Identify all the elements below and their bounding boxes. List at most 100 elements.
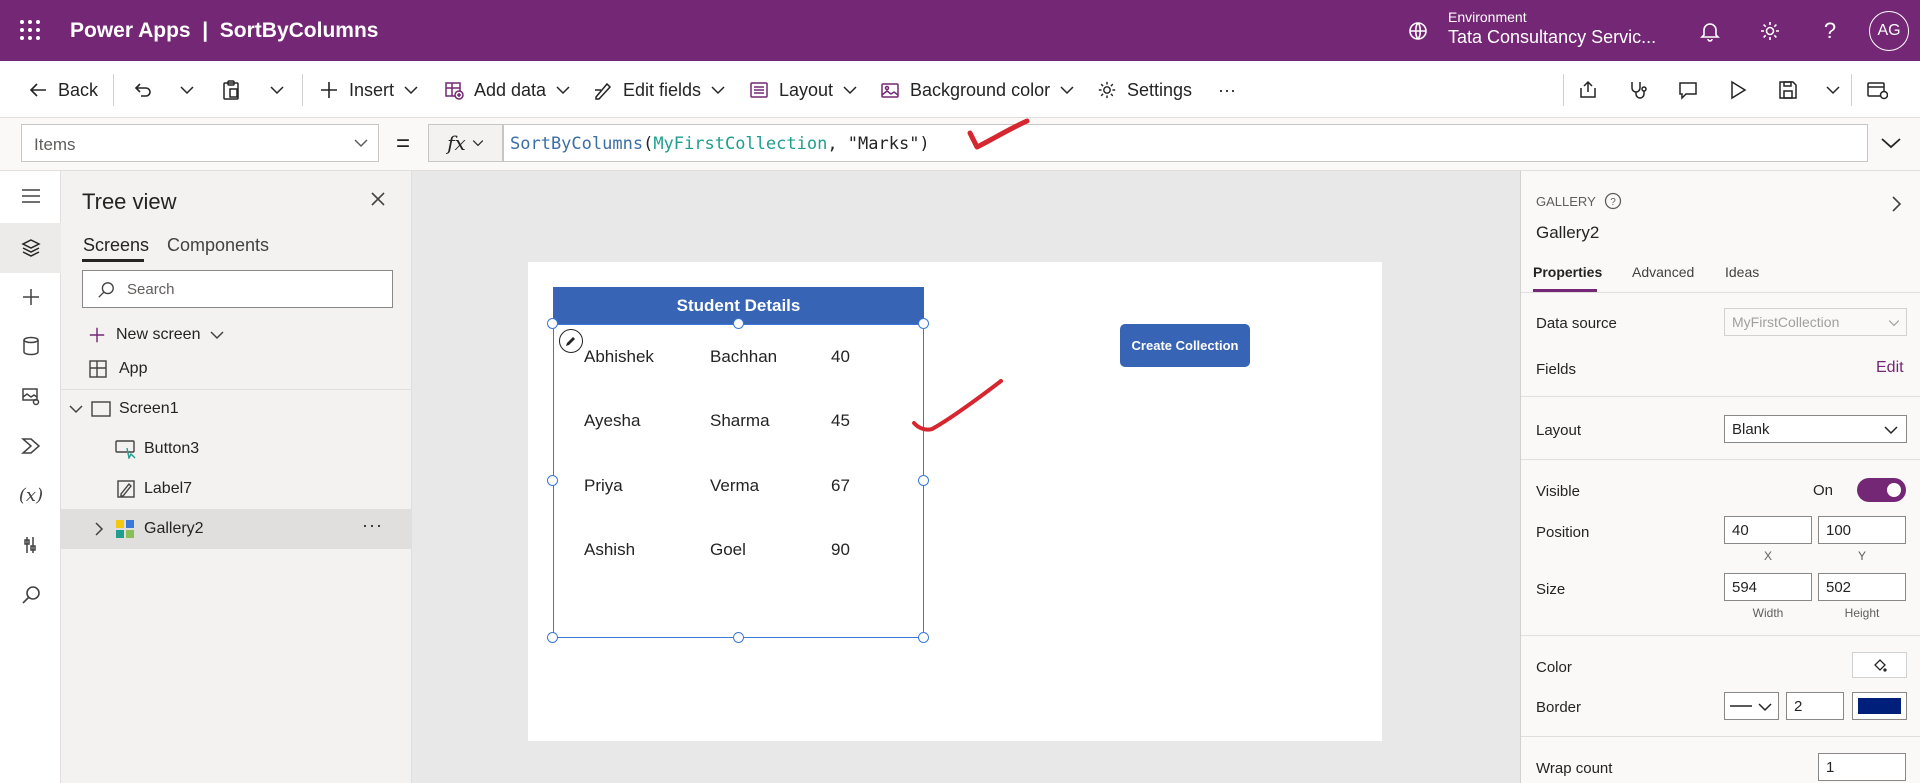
divider: [1521, 396, 1920, 397]
undo-dropdown[interactable]: [180, 76, 194, 104]
tab-components[interactable]: Components: [167, 235, 269, 256]
layout-button[interactable]: Layout: [749, 76, 857, 104]
database-icon[interactable]: [18, 333, 44, 359]
publish-button[interactable]: [1866, 76, 1888, 104]
tree-view-title: Tree view: [82, 189, 177, 214]
stethoscope-icon: [1631, 82, 1647, 99]
svg-text:?: ?: [1610, 197, 1616, 208]
chevron-right-icon[interactable]: [1891, 195, 1903, 213]
fx-button[interactable]: fx: [428, 124, 503, 162]
tree-item-screen1[interactable]: Screen1: [61, 389, 412, 429]
search-icon[interactable]: [18, 582, 44, 608]
insert-plus-icon[interactable]: [18, 284, 44, 310]
variables-icon[interactable]: (x): [18, 482, 44, 508]
resize-handle[interactable]: [547, 475, 558, 486]
width-input[interactable]: 594: [1724, 573, 1812, 601]
border-width-input[interactable]: 2: [1786, 692, 1844, 720]
app-checker-button[interactable]: [1628, 76, 1648, 104]
tab-ideas[interactable]: Ideas: [1725, 264, 1759, 280]
resize-handle[interactable]: [918, 318, 929, 329]
tab-advanced[interactable]: Advanced: [1632, 264, 1694, 280]
arrow-left-icon: [29, 83, 46, 97]
tab-screens[interactable]: Screens: [83, 235, 149, 256]
tree-item-label7[interactable]: Label7: [61, 469, 412, 509]
border-style-dropdown[interactable]: [1724, 692, 1779, 720]
preview-button[interactable]: [1729, 76, 1747, 104]
app-title: Power Apps | SortByColumns: [70, 19, 379, 42]
chevron-right-icon[interactable]: [94, 522, 104, 536]
paste-dropdown[interactable]: [270, 76, 284, 104]
hamburger-icon[interactable]: [18, 183, 44, 209]
environment-icon[interactable]: [1406, 19, 1430, 43]
fields-edit-link[interactable]: Edit: [1876, 359, 1904, 377]
back-button[interactable]: Back: [28, 76, 98, 104]
gear-icon[interactable]: [1757, 18, 1783, 44]
wrap-count-input[interactable]: 1: [1818, 753, 1906, 781]
position-y-input[interactable]: 100: [1818, 516, 1906, 544]
resize-handle[interactable]: [733, 632, 744, 643]
search-input[interactable]: Search: [82, 270, 393, 308]
bell-icon[interactable]: [1697, 18, 1723, 44]
advanced-tools-icon[interactable]: [18, 532, 44, 558]
resize-handle[interactable]: [547, 632, 558, 643]
resize-handle[interactable]: [918, 632, 929, 643]
formula-input[interactable]: SortByColumns(MyFirstCollection, "Marks"…: [503, 124, 1868, 162]
help-circle-icon[interactable]: ?: [1604, 192, 1622, 210]
edit-fields-button[interactable]: Edit fields: [593, 76, 725, 104]
add-data-button[interactable]: Add data: [444, 76, 570, 104]
save-button[interactable]: [1778, 76, 1798, 104]
command-bar: Back Insert Add data Edit fields Layout …: [0, 61, 1920, 118]
gallery2[interactable]: Abhishek Bachhan 40 Ayesha Sharma 45 Pri…: [553, 324, 924, 638]
property-dropdown[interactable]: Items: [21, 124, 379, 162]
resize-handle[interactable]: [918, 475, 929, 486]
expand-formula-icon[interactable]: [1880, 136, 1902, 150]
edit-template-icon[interactable]: [559, 329, 583, 353]
paste-button[interactable]: [221, 76, 241, 104]
chevron-down-icon[interactable]: [69, 404, 83, 414]
chevron-down-icon: [354, 139, 368, 148]
undo-button[interactable]: [133, 76, 153, 104]
tree-item-app[interactable]: App: [61, 349, 412, 389]
position-x-input[interactable]: 40: [1724, 516, 1812, 544]
close-icon[interactable]: [370, 191, 386, 207]
environment-name[interactable]: Tata Consultancy Servic...: [1448, 27, 1656, 48]
background-color-button[interactable]: Background color: [880, 76, 1074, 104]
insert-button[interactable]: Insert: [319, 76, 418, 104]
share-button[interactable]: [1578, 76, 1598, 104]
layout-dropdown[interactable]: Blank: [1724, 415, 1907, 443]
more-options-icon[interactable]: ···: [362, 515, 383, 536]
media-icon[interactable]: [18, 383, 44, 409]
divider: [302, 74, 303, 106]
gallery-row[interactable]: Ashish Goel 90: [554, 518, 922, 582]
layers-icon[interactable]: [18, 235, 44, 261]
formula-bar: Items = fx SortByColumns(MyFirstCollecti…: [0, 118, 1920, 171]
height-input[interactable]: 502: [1818, 573, 1906, 601]
edit-fields-icon: [595, 82, 612, 100]
more-commands-button[interactable]: ···: [1218, 76, 1236, 104]
data-source-dropdown[interactable]: MyFirstCollection: [1724, 308, 1907, 336]
color-picker[interactable]: [1852, 652, 1907, 678]
gallery-row[interactable]: Abhishek Bachhan 40: [554, 325, 922, 389]
tree-item-gallery2[interactable]: Gallery2 ···: [61, 509, 412, 549]
save-dropdown[interactable]: [1826, 76, 1840, 104]
help-icon[interactable]: ?: [1817, 18, 1843, 44]
gallery-row[interactable]: Ayesha Sharma 45: [554, 389, 922, 453]
settings-button[interactable]: Settings: [1097, 76, 1192, 104]
create-collection-button[interactable]: Create Collection: [1120, 324, 1250, 367]
resize-handle[interactable]: [547, 318, 558, 329]
resize-handle[interactable]: [733, 318, 744, 329]
avatar[interactable]: AG: [1869, 11, 1909, 51]
border-color-picker[interactable]: [1852, 692, 1907, 720]
marks: 90: [831, 540, 850, 559]
comments-button[interactable]: [1678, 76, 1698, 104]
visible-toggle[interactable]: [1857, 478, 1906, 502]
app-launcher-icon[interactable]: [19, 19, 41, 41]
power-automate-icon[interactable]: [18, 433, 44, 459]
tree-item-button3[interactable]: Button3: [61, 429, 412, 469]
tab-properties[interactable]: Properties: [1533, 264, 1602, 280]
new-screen-button[interactable]: New screen: [88, 317, 225, 353]
tree-item-label: Button3: [144, 440, 200, 457]
gallery-row[interactable]: Priya Verma 67: [554, 454, 922, 518]
settings-label: Settings: [1127, 79, 1193, 100]
control-type: GALLERY ?: [1536, 192, 1622, 210]
